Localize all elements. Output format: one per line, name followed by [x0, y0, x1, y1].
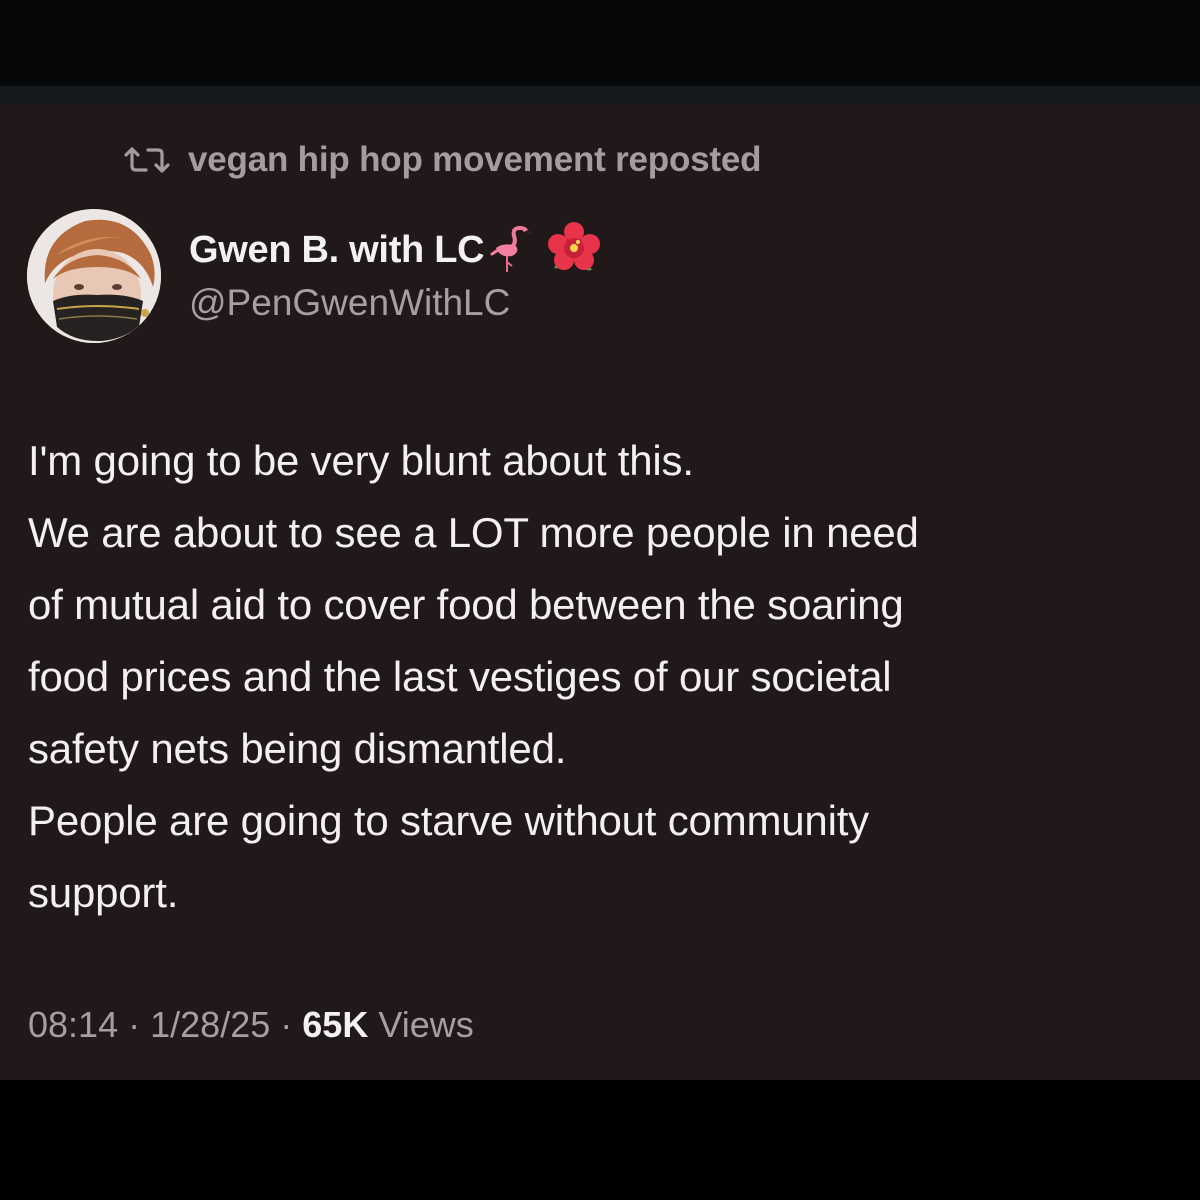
- post-text-line: People are going to starve without commu…: [28, 797, 869, 844]
- author-name-row[interactable]: Gwen B. with LC: [189, 220, 604, 281]
- post-text: I'm going to be very blunt about this. W…: [28, 425, 1178, 929]
- meta-separator: ·: [128, 1004, 141, 1045]
- post-text-line: I'm going to be very blunt about this.: [28, 437, 694, 484]
- hibiscus-icon: [544, 220, 604, 281]
- avatar[interactable]: [27, 209, 161, 343]
- views-label[interactable]: Views: [378, 1004, 473, 1045]
- repost-icon: [120, 142, 174, 178]
- screenshot-frame: vegan hip hop movement reposted Gwen B. …: [0, 0, 1200, 1200]
- author-handle[interactable]: @PenGwenWithLC: [189, 282, 510, 324]
- avatar-photo: [27, 209, 161, 343]
- post-text-line: support.: [28, 869, 179, 916]
- header-edge: [0, 86, 1200, 104]
- meta-separator: ·: [280, 1004, 293, 1045]
- bottom-black-bar: [0, 1080, 1200, 1200]
- top-black-bar: [0, 0, 1200, 86]
- post-text-line: safety nets being dismantled.: [28, 725, 567, 772]
- repost-text: vegan hip hop movement reposted: [188, 140, 762, 179]
- flamingo-icon: [490, 222, 538, 279]
- post-text-line: of mutual aid to cover food between the …: [28, 581, 904, 628]
- repost-indicator[interactable]: vegan hip hop movement reposted: [120, 138, 762, 182]
- views-count[interactable]: 65K: [302, 1004, 368, 1045]
- post-time[interactable]: 08:14: [28, 1004, 118, 1045]
- post-metadata: 08:14 · 1/28/25 · 65K Views: [28, 1004, 474, 1046]
- post-text-line: food prices and the last vestiges of our…: [28, 653, 892, 700]
- post-date[interactable]: 1/28/25: [150, 1004, 270, 1045]
- post-text-line: We are about to see a LOT more people in…: [28, 509, 919, 556]
- author-display-name: Gwen B. with LC: [189, 228, 485, 271]
